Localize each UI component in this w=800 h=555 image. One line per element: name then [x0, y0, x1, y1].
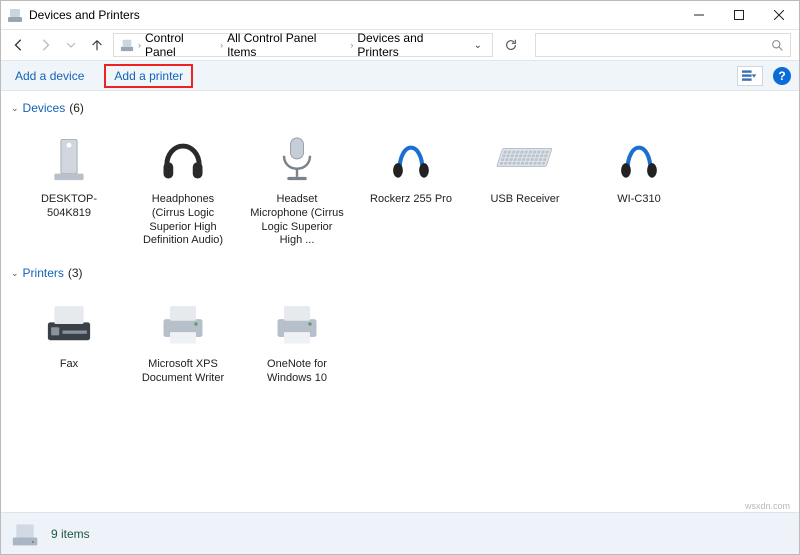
chevron-down-icon: ⌄: [11, 268, 19, 279]
headphones-icon: [149, 131, 217, 187]
chevron-right-icon: ›: [220, 40, 223, 50]
search-icon: [771, 39, 784, 52]
device-item[interactable]: Fax: [21, 292, 117, 386]
printer-icon: [149, 296, 217, 352]
group-label: Printers: [23, 266, 64, 280]
group-header-devices[interactable]: ⌄ Devices (6): [1, 95, 799, 121]
content-area: ⌄ Devices (6) DESKTOP-504K819 Headphones …: [1, 91, 799, 512]
status-bar: 9 items: [1, 512, 799, 554]
device-item[interactable]: Headset Microphone (Cirrus Logic Superio…: [249, 127, 345, 248]
title-bar: Devices and Printers: [1, 1, 799, 29]
device-label: Headset Microphone (Cirrus Logic Superio…: [249, 193, 345, 248]
device-label: WI-C310: [591, 193, 687, 207]
device-item[interactable]: WI-C310: [591, 127, 687, 248]
keyboard-icon: [491, 131, 559, 187]
device-label: USB Receiver: [477, 193, 573, 207]
mic-icon: [263, 131, 331, 187]
group-count: (3): [68, 266, 83, 280]
device-label: OneNote for Windows 10: [249, 358, 345, 386]
breadcrumb-item[interactable]: Control Panel: [145, 31, 216, 59]
device-label: Fax: [21, 358, 117, 372]
group-label: Devices: [23, 101, 66, 115]
device-label: DESKTOP-504K819: [21, 193, 117, 221]
device-label: Headphones (Cirrus Logic Superior High D…: [135, 193, 231, 248]
watermark: wsxdn.com: [745, 501, 790, 511]
breadcrumb[interactable]: › Control Panel › All Control Panel Item…: [113, 33, 493, 57]
refresh-button[interactable]: [499, 38, 523, 52]
chevron-right-icon: ›: [138, 40, 141, 50]
breadcrumb-item[interactable]: All Control Panel Items: [227, 31, 346, 59]
up-button[interactable]: [87, 35, 107, 55]
add-printer-button[interactable]: Add a printer: [104, 64, 193, 88]
status-summary: 9 items: [51, 527, 90, 541]
device-item[interactable]: DESKTOP-504K819: [21, 127, 117, 248]
breadcrumb-dropdown[interactable]: ⌄: [470, 40, 486, 51]
forward-button[interactable]: [35, 35, 55, 55]
device-label: Rockerz 255 Pro: [363, 193, 459, 207]
desktop-icon: [35, 131, 103, 187]
window-title: Devices and Printers: [29, 8, 679, 22]
minimize-button[interactable]: [679, 1, 719, 29]
help-button[interactable]: ?: [773, 67, 791, 85]
chevron-down-icon: ⌄: [11, 103, 19, 114]
printers-group: Fax Microsoft XPS Document Writer OneNote …: [1, 286, 799, 398]
devices-printers-icon: [11, 520, 39, 548]
toolbar: Add a device Add a printer ?: [1, 61, 799, 91]
device-item[interactable]: Microsoft XPS Document Writer: [135, 292, 231, 386]
btheadset-icon: [377, 131, 445, 187]
device-item[interactable]: Headphones (Cirrus Logic Superior High D…: [135, 127, 231, 248]
close-button[interactable]: [759, 1, 799, 29]
devices-printers-icon: [120, 38, 134, 52]
btheadset-icon: [605, 131, 673, 187]
breadcrumb-item[interactable]: Devices and Printers: [357, 31, 465, 59]
window-icon: [7, 7, 23, 23]
view-options-button[interactable]: [737, 66, 763, 86]
device-item[interactable]: USB Receiver: [477, 127, 573, 248]
search-input[interactable]: [535, 33, 791, 57]
device-label: Microsoft XPS Document Writer: [135, 358, 231, 386]
add-device-button[interactable]: Add a device: [9, 65, 90, 87]
group-count: (6): [69, 101, 84, 115]
recent-locations-button[interactable]: [61, 35, 81, 55]
navigation-bar: › Control Panel › All Control Panel Item…: [1, 29, 799, 61]
fax-icon: [35, 296, 103, 352]
device-item[interactable]: Rockerz 255 Pro: [363, 127, 459, 248]
chevron-right-icon: ›: [350, 40, 353, 50]
printer-icon: [263, 296, 331, 352]
device-item[interactable]: OneNote for Windows 10: [249, 292, 345, 386]
maximize-button[interactable]: [719, 1, 759, 29]
group-header-printers[interactable]: ⌄ Printers (3): [1, 260, 799, 286]
window-controls: [679, 1, 799, 29]
back-button[interactable]: [9, 35, 29, 55]
devices-group: DESKTOP-504K819 Headphones (Cirrus Logic …: [1, 121, 799, 260]
